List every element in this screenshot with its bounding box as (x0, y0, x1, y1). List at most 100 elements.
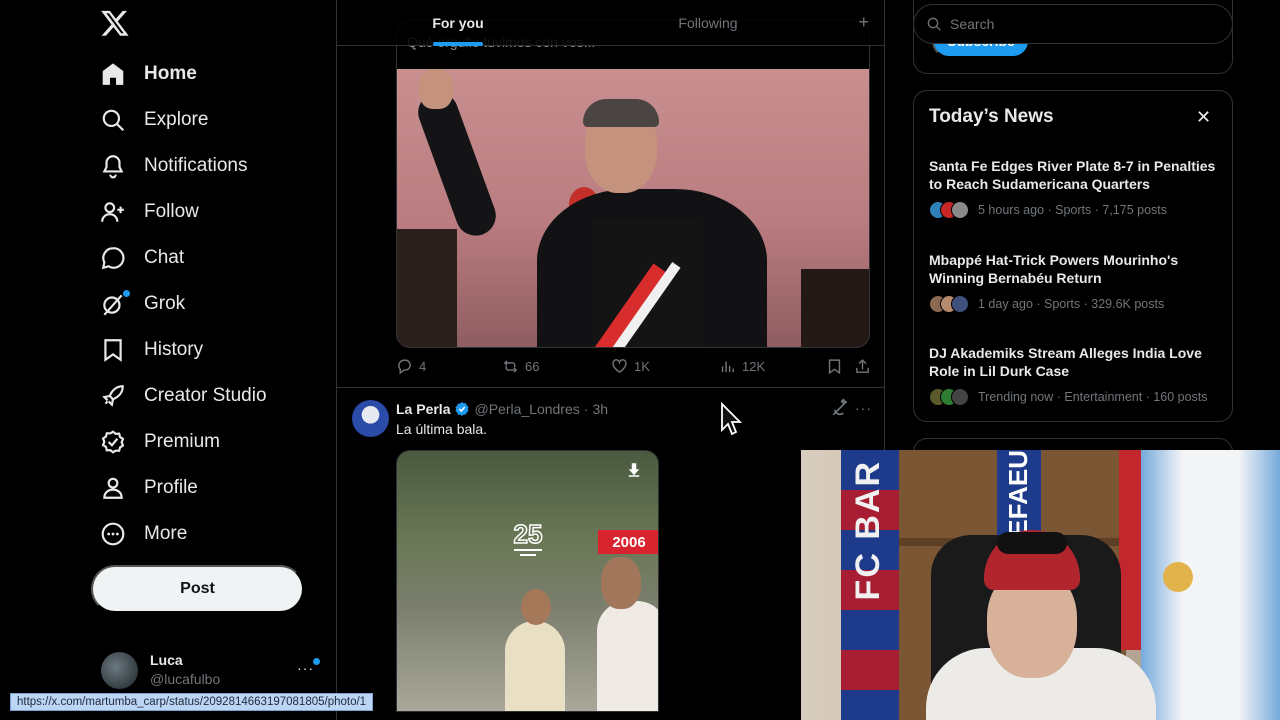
account-notification-dot (313, 658, 320, 665)
search-icon (102, 109, 125, 132)
nav-home-label: Home (144, 63, 197, 84)
reply-icon (398, 359, 411, 375)
like-count: 1K (634, 359, 650, 374)
nav-chat[interactable]: Chat (100, 238, 184, 278)
photo-hand (419, 69, 453, 109)
video-head-2 (601, 557, 641, 609)
avatar (951, 201, 969, 219)
person-icon (103, 477, 123, 499)
news-title: Today’s News (929, 106, 1054, 127)
news-meta-text: Trending now · Entertainment · 160 posts (978, 390, 1208, 404)
news-avatars (929, 201, 969, 219)
post-time[interactable]: 3h (592, 401, 608, 417)
search-icon (927, 17, 941, 31)
webcam-scarf-text: FC BAR (849, 460, 887, 601)
sportscenter-logo-icon: 25 (513, 518, 543, 556)
x-app-window: Home Explore Notifications Follow Chat G… (0, 0, 1280, 720)
repost-count: 66 (525, 359, 540, 374)
account-names: Luca @lucafulbo (150, 651, 220, 689)
nav-notifications-label: Notifications (144, 155, 248, 176)
news-item[interactable]: Mbappé Hat-Trick Powers Mourinho's Winni… (929, 251, 1219, 313)
x-logo-icon[interactable] (100, 8, 130, 38)
reply-button[interactable]: 4 (396, 358, 426, 375)
nav-home[interactable]: Home (100, 54, 197, 94)
account-more-icon[interactable]: ··· (297, 660, 314, 676)
post-header: La Perla @Perla_Londres · 3h (396, 400, 608, 418)
repost-icon (503, 360, 518, 373)
post-button[interactable]: Post (91, 565, 304, 613)
like-button[interactable]: 1K (611, 358, 650, 375)
grok-analyze-icon[interactable] (830, 398, 850, 418)
share-icon[interactable] (854, 358, 871, 375)
news-headline: Mbappé Hat-Trick Powers Mourinho's Winni… (929, 252, 1179, 286)
nav-chat-label: Chat (144, 247, 185, 268)
views-button[interactable]: 12K (719, 358, 765, 375)
post-actions: 4 66 1K 12K (396, 356, 872, 380)
nav-explore[interactable]: Explore (100, 100, 208, 140)
search-placeholder: Search (950, 16, 995, 32)
nav-follow-label: Follow (144, 201, 199, 222)
tab-for-you[interactable]: For you (337, 0, 579, 46)
account-handle: @lucafulbo (150, 671, 221, 687)
views-count: 12K (742, 359, 766, 374)
year-badge: 2006 (598, 530, 658, 554)
news-meta-text: 1 day ago · Sports · 329.6K posts (978, 297, 1165, 311)
news-item[interactable]: Santa Fe Edges River Plate 8-7 in Penalt… (929, 157, 1219, 219)
quoted-post[interactable] (396, 20, 870, 348)
post-more-icon[interactable]: ··· (855, 400, 872, 416)
post-photo[interactable] (397, 69, 869, 347)
webcam-flag-sun (1163, 562, 1193, 592)
avatar (951, 295, 969, 313)
news-headline: Santa Fe Edges River Plate 8-7 in Penalt… (929, 158, 1216, 192)
post-text: La última bala. (396, 421, 488, 437)
nav-follow[interactable]: Follow (100, 192, 199, 232)
person-add-icon (101, 202, 124, 222)
header-separator: · (583, 401, 589, 417)
nav-profile[interactable]: Profile (100, 468, 198, 508)
bookmark-icon (104, 339, 122, 362)
rocket-icon (102, 385, 124, 407)
news-meta: 1 day ago · Sports · 329.6K posts (929, 295, 1219, 313)
nav-history[interactable]: History (100, 330, 203, 370)
nav-notifications[interactable]: Notifications (100, 146, 248, 186)
nav-creator-studio-label: Creator Studio (144, 385, 267, 406)
bookmark-icon[interactable] (826, 358, 843, 375)
search-input[interactable]: Search (913, 4, 1233, 44)
nav-more[interactable]: More (100, 514, 187, 554)
author-name[interactable]: La Perla (396, 401, 450, 417)
more-circle-icon (101, 522, 125, 546)
news-meta: Trending now · Entertainment · 160 posts (929, 388, 1219, 406)
webcam-argentina-flag (1141, 450, 1280, 720)
add-tab-icon[interactable]: + (858, 12, 869, 33)
download-arrow-icon[interactable] (625, 461, 643, 479)
home-icon (102, 63, 124, 85)
photo-arm (412, 86, 502, 242)
nav-premium[interactable]: Premium (100, 422, 220, 462)
nav-history-label: History (144, 339, 204, 360)
post-divider (337, 387, 884, 388)
video-player-1 (505, 621, 565, 711)
tab-following[interactable]: Following (579, 0, 837, 46)
nav-explore-label: Explore (144, 109, 209, 130)
news-meta-text: 5 hours ago · Sports · 7,175 posts (978, 203, 1167, 217)
nav-profile-label: Profile (144, 477, 198, 498)
views-chart-icon (721, 361, 734, 373)
news-avatars (929, 388, 969, 406)
close-icon[interactable]: ✕ (1196, 107, 1211, 128)
grok-notification-dot (123, 290, 130, 297)
nav-creator-studio[interactable]: Creator Studio (100, 376, 267, 416)
todays-news-panel: Today’s News ✕ Santa Fe Edges River Plat… (913, 90, 1233, 422)
nav-grok[interactable]: Grok (100, 284, 185, 324)
repost-button[interactable]: 66 (502, 358, 539, 375)
verified-badge-icon (101, 430, 125, 454)
account-switcher[interactable]: Luca @lucafulbo ··· (101, 648, 326, 692)
mouse-cursor-icon (721, 402, 742, 436)
avatar (951, 388, 969, 406)
post-video[interactable]: 25 2006 (396, 450, 659, 712)
news-item[interactable]: DJ Akademiks Stream Alleges India Love R… (929, 344, 1219, 406)
author-handle[interactable]: @Perla_Londres (474, 401, 579, 417)
video-player-2 (597, 601, 658, 711)
photo-hair (583, 99, 659, 127)
grok-icon (103, 294, 123, 316)
avatar[interactable] (352, 400, 389, 437)
